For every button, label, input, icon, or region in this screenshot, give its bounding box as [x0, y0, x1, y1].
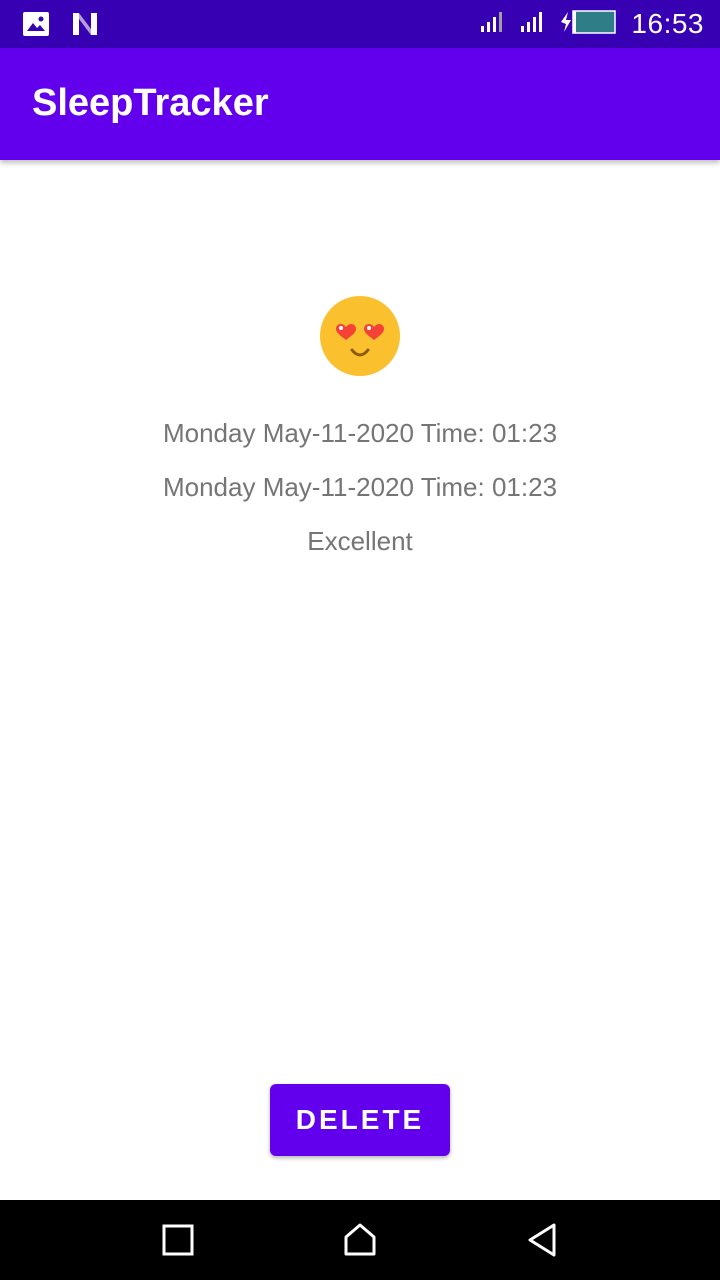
recent-apps-icon[interactable] [158, 1220, 198, 1260]
battery-charging-icon [559, 9, 617, 40]
n-logo-icon [70, 10, 100, 43]
system-indicators: 16:53 [479, 0, 704, 48]
image-icon [22, 10, 50, 43]
delete-button[interactable]: DELETE [270, 1084, 450, 1156]
signal-icon [479, 10, 505, 39]
sleep-start-time: Monday May-11-2020 Time: 01:23 [162, 418, 558, 448]
status-clock: 16:53 [631, 8, 704, 39]
app-bar: SleepTracker [0, 48, 720, 160]
navigation-bar [0, 1200, 720, 1280]
app-title: SleepTracker [32, 82, 269, 124]
back-icon[interactable] [522, 1220, 562, 1260]
home-icon[interactable] [340, 1220, 380, 1260]
notification-icons [22, 10, 100, 43]
heart-eyes-emoji-icon [320, 296, 400, 376]
signal-icon [519, 10, 545, 39]
sleep-end-time: Monday May-11-2020 Time: 01:23 [162, 472, 558, 502]
sleep-quality-label: Excellent [307, 526, 413, 556]
sleep-detail: Monday May-11-2020 Time: 01:23 Monday Ma… [0, 160, 720, 1200]
status-bar: 16:53 [0, 0, 720, 48]
